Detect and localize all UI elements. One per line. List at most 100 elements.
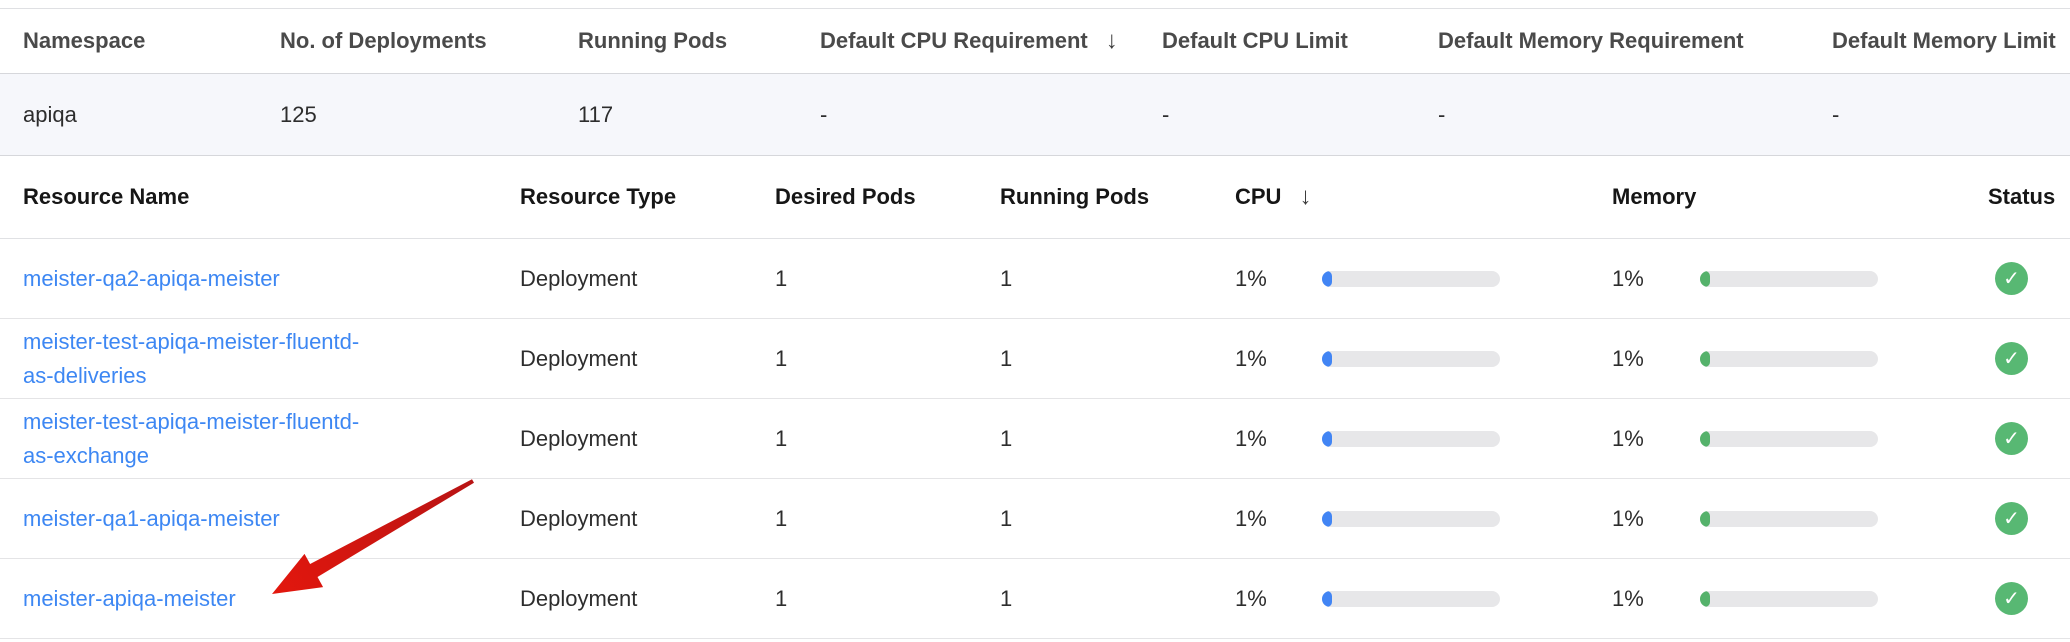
namespace-row: apiqa 125 117 - - - -	[0, 74, 2070, 156]
default-memory-limit-value: -	[1832, 74, 2070, 155]
cpu-percent: 1%	[1235, 506, 1322, 532]
resource-type-value: Deployment	[520, 399, 775, 478]
col-header-default-memory-requirement[interactable]: Default Memory Requirement	[1438, 9, 1832, 73]
status-cell: ✓	[1988, 559, 2070, 638]
running-pods-count: 117	[578, 74, 820, 155]
memory-percent: 1%	[1612, 346, 1700, 372]
resource-table-header: Resource Name Resource Type Desired Pods…	[0, 156, 2070, 239]
desired-pods-value: 1	[775, 239, 1000, 318]
memory-cell: 1%	[1612, 239, 1988, 318]
memory-cell: 1%	[1612, 319, 1988, 398]
resource-name-cell: meister-qa2-apiqa-meister	[23, 239, 520, 318]
status-cell: ✓	[1988, 399, 2070, 478]
cpu-usage-bar	[1322, 271, 1500, 287]
status-ok-icon: ✓	[1995, 582, 2028, 615]
memory-usage-fill	[1700, 271, 1710, 287]
memory-percent: 1%	[1612, 586, 1700, 612]
running-pods-value: 1	[1000, 479, 1235, 558]
col-header-running-pods[interactable]: Running Pods	[578, 9, 820, 73]
desired-pods-value: 1	[775, 399, 1000, 478]
running-pods-value: 1	[1000, 559, 1235, 638]
col-header-cpu-label: CPU	[1235, 184, 1281, 210]
cpu-percent: 1%	[1235, 426, 1322, 452]
cpu-cell: 1%	[1235, 559, 1612, 638]
cpu-percent: 1%	[1235, 266, 1322, 292]
col-header-namespace[interactable]: Namespace	[23, 9, 280, 73]
table-row: meister-qa2-apiqa-meister Deployment 1 1…	[0, 239, 2070, 319]
resource-table: Resource Name Resource Type Desired Pods…	[0, 156, 2070, 639]
status-ok-icon: ✓	[1995, 502, 2028, 535]
status-ok-icon: ✓	[1995, 342, 2028, 375]
cpu-cell: 1%	[1235, 479, 1612, 558]
col-header-default-cpu-requirement[interactable]: Default CPU Requirement ↓	[820, 9, 1162, 73]
col-header-status[interactable]: Status	[1988, 156, 2070, 238]
memory-cell: 1%	[1612, 559, 1988, 638]
memory-usage-bar	[1700, 591, 1878, 607]
deployments-count: 125	[280, 74, 578, 155]
col-header-deployments[interactable]: No. of Deployments	[280, 9, 578, 73]
table-row: meister-qa1-apiqa-meister Deployment 1 1…	[0, 479, 2070, 559]
cpu-cell: 1%	[1235, 399, 1612, 478]
memory-usage-bar	[1700, 271, 1878, 287]
resource-type-value: Deployment	[520, 559, 775, 638]
resource-link-annotated[interactable]: meister-apiqa-meister	[23, 582, 236, 616]
sort-descending-icon[interactable]: ↓	[1106, 27, 1118, 55]
cpu-usage-bar	[1322, 591, 1500, 607]
cpu-cell: 1%	[1235, 319, 1612, 398]
memory-cell: 1%	[1612, 399, 1988, 478]
col-header-default-cpu-limit[interactable]: Default CPU Limit	[1162, 9, 1438, 73]
desired-pods-value: 1	[775, 319, 1000, 398]
resource-link[interactable]: meister-test-apiqa-meister-fluentd-as-de…	[23, 325, 378, 393]
resource-link[interactable]: meister-qa2-apiqa-meister	[23, 262, 280, 296]
status-ok-icon: ✓	[1995, 262, 2028, 295]
resource-type-value: Deployment	[520, 239, 775, 318]
running-pods-value: 1	[1000, 399, 1235, 478]
cpu-usage-fill	[1322, 351, 1332, 367]
desired-pods-value: 1	[775, 479, 1000, 558]
cpu-usage-fill	[1322, 511, 1332, 527]
col-header-default-cpu-requirement-label: Default CPU Requirement	[820, 28, 1088, 54]
memory-percent: 1%	[1612, 426, 1700, 452]
workload-dashboard: Namespace No. of Deployments Running Pod…	[0, 0, 2070, 642]
col-header-memory[interactable]: Memory	[1612, 156, 1988, 238]
memory-usage-fill	[1700, 511, 1710, 527]
col-header-cpu[interactable]: CPU ↓	[1235, 156, 1612, 238]
status-cell: ✓	[1988, 479, 2070, 558]
sort-descending-icon[interactable]: ↓	[1299, 183, 1311, 211]
memory-percent: 1%	[1612, 506, 1700, 532]
cpu-percent: 1%	[1235, 586, 1322, 612]
col-header-default-memory-limit[interactable]: Default Memory Limit	[1832, 9, 2070, 73]
resource-name-cell: meister-apiqa-meister	[23, 559, 520, 638]
col-header-resource-type[interactable]: Resource Type	[520, 156, 775, 238]
running-pods-value: 1	[1000, 239, 1235, 318]
running-pods-value: 1	[1000, 319, 1235, 398]
status-cell: ✓	[1988, 319, 2070, 398]
table-row: meister-test-apiqa-meister-fluentd-as-de…	[0, 319, 2070, 399]
table-row: meister-apiqa-meister Deployment 1 1 1% …	[0, 559, 2070, 639]
col-header-running-pods[interactable]: Running Pods	[1000, 156, 1235, 238]
namespace-table: Namespace No. of Deployments Running Pod…	[0, 8, 2070, 156]
cpu-percent: 1%	[1235, 346, 1322, 372]
cpu-usage-bar	[1322, 511, 1500, 527]
status-cell: ✓	[1988, 239, 2070, 318]
status-ok-icon: ✓	[1995, 422, 2028, 455]
table-row: meister-test-apiqa-meister-fluentd-as-ex…	[0, 399, 2070, 479]
desired-pods-value: 1	[775, 559, 1000, 638]
resource-name-cell: meister-test-apiqa-meister-fluentd-as-ex…	[23, 399, 520, 478]
cpu-usage-bar	[1322, 351, 1500, 367]
resource-type-value: Deployment	[520, 479, 775, 558]
memory-cell: 1%	[1612, 479, 1988, 558]
resource-link[interactable]: meister-qa1-apiqa-meister	[23, 502, 280, 536]
cpu-usage-bar	[1322, 431, 1500, 447]
namespace-value: apiqa	[23, 74, 280, 155]
memory-usage-bar	[1700, 431, 1878, 447]
cpu-cell: 1%	[1235, 239, 1612, 318]
col-header-resource-name[interactable]: Resource Name	[23, 156, 520, 238]
memory-percent: 1%	[1612, 266, 1700, 292]
resource-type-value: Deployment	[520, 319, 775, 398]
resource-link[interactable]: meister-test-apiqa-meister-fluentd-as-ex…	[23, 405, 378, 473]
memory-usage-fill	[1700, 351, 1710, 367]
memory-usage-bar	[1700, 511, 1878, 527]
memory-usage-fill	[1700, 591, 1710, 607]
col-header-desired-pods[interactable]: Desired Pods	[775, 156, 1000, 238]
